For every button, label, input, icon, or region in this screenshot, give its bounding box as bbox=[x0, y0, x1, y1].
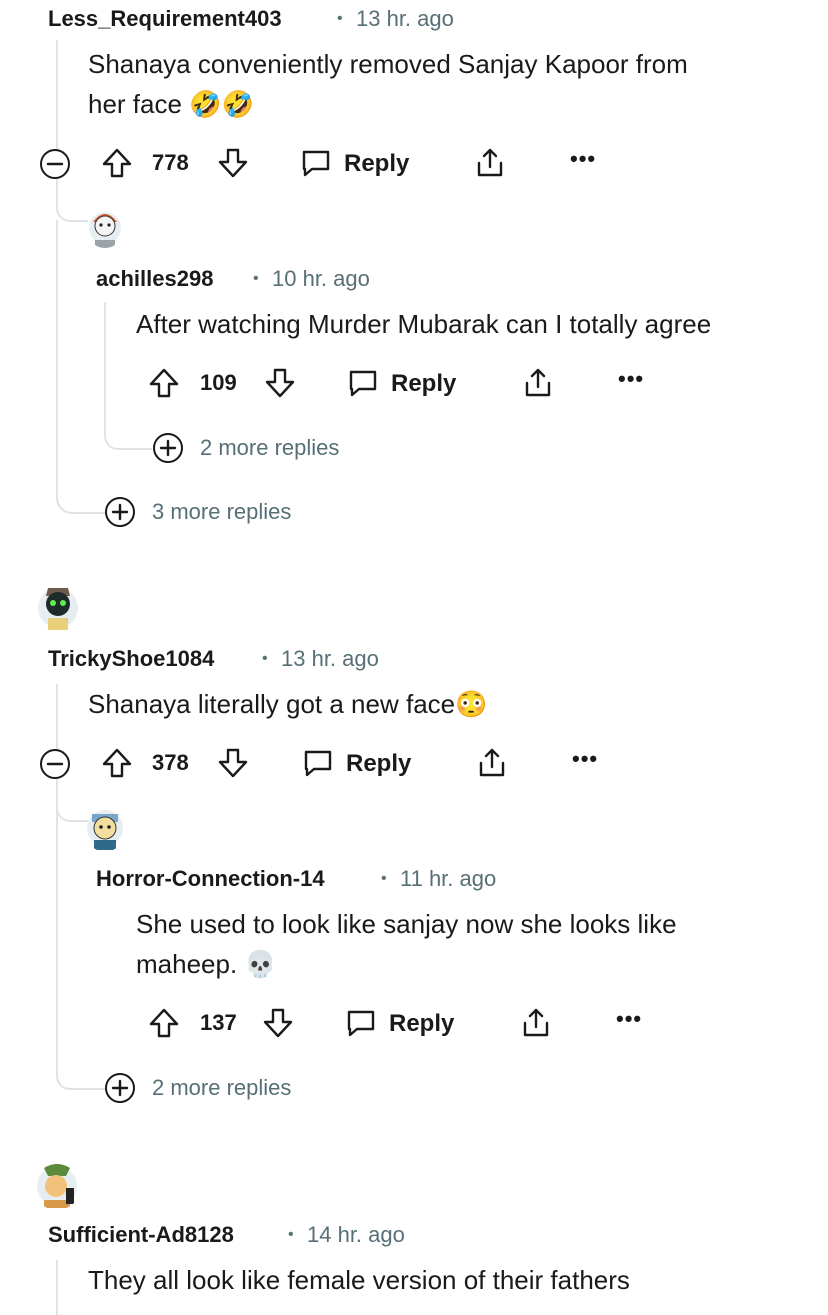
comment-text: Shanaya literally got a new face bbox=[88, 689, 456, 719]
speech-bubble-icon bbox=[347, 367, 379, 399]
thread-line[interactable] bbox=[56, 684, 58, 1064]
comment-body: They all look like female version of the… bbox=[88, 1265, 630, 1295]
thread-branch bbox=[104, 404, 152, 450]
meta-separator: • bbox=[262, 650, 268, 667]
comment-timestamp[interactable]: 10 hr. ago bbox=[272, 266, 370, 292]
comment-author[interactable]: Less_Requirement403 bbox=[48, 6, 282, 32]
emoji: 😳 bbox=[455, 689, 488, 719]
thread-line[interactable] bbox=[56, 1260, 58, 1315]
downvote-arrow-icon[interactable] bbox=[217, 146, 249, 180]
downvote-arrow-icon[interactable] bbox=[264, 366, 296, 400]
upvote-arrow-icon[interactable] bbox=[148, 1006, 180, 1040]
share-icon[interactable] bbox=[520, 1006, 552, 1040]
thread-branch bbox=[56, 780, 88, 822]
vote-count: 778 bbox=[152, 150, 189, 175]
thread-branch bbox=[56, 1050, 106, 1090]
vote-count: 378 bbox=[152, 750, 189, 775]
comment-timestamp[interactable]: 14 hr. ago bbox=[307, 1222, 405, 1248]
meta-separator: • bbox=[288, 1226, 294, 1243]
avatar[interactable] bbox=[32, 1158, 82, 1210]
upvote-arrow-icon[interactable] bbox=[101, 146, 133, 180]
emoji: 🤣🤣 bbox=[189, 89, 254, 119]
more-replies-label: 3 more replies bbox=[152, 499, 292, 524]
meta-separator: • bbox=[381, 870, 387, 887]
reply-label: Reply bbox=[344, 150, 410, 177]
meta-separator: • bbox=[337, 10, 343, 27]
comment-body: She used to look like sanjay now she loo… bbox=[136, 904, 796, 984]
share-icon[interactable] bbox=[476, 746, 508, 780]
comment-text-line: Shanaya conveniently removed Sanjay Kapo… bbox=[88, 49, 688, 79]
more-options-icon[interactable]: ••• bbox=[572, 746, 598, 772]
reply-label: Reply bbox=[346, 750, 412, 777]
upvote-arrow-icon[interactable] bbox=[148, 366, 180, 400]
speech-bubble-icon bbox=[300, 147, 332, 179]
comment-timestamp[interactable]: 11 hr. ago bbox=[400, 866, 496, 892]
vote-count: 109 bbox=[200, 370, 237, 395]
more-options-icon[interactable]: ••• bbox=[570, 146, 596, 172]
more-options-icon[interactable]: ••• bbox=[616, 1006, 642, 1032]
comment-body: After watching Murder Mubarak can I tota… bbox=[136, 309, 712, 339]
meta-separator: • bbox=[253, 270, 259, 287]
comment-text: her face bbox=[88, 89, 182, 119]
comment-text: maheep. bbox=[136, 949, 238, 979]
comment-body: Shanaya literally got a new face😳 bbox=[88, 684, 788, 724]
more-replies-label: 2 more replies bbox=[152, 1075, 292, 1100]
share-icon[interactable] bbox=[522, 366, 554, 400]
comment-author[interactable]: Sufficient-Ad8128 bbox=[48, 1222, 234, 1248]
comment-text-line: her face 🤣🤣 bbox=[88, 84, 788, 124]
emoji: 💀 bbox=[244, 949, 277, 979]
speech-bubble-icon bbox=[345, 1007, 377, 1039]
avatar[interactable] bbox=[34, 580, 82, 632]
more-options-icon[interactable]: ••• bbox=[618, 366, 644, 392]
share-icon[interactable] bbox=[474, 146, 506, 180]
vote-count: 137 bbox=[200, 1010, 237, 1035]
avatar[interactable] bbox=[84, 800, 126, 852]
upvote-arrow-icon[interactable] bbox=[101, 746, 133, 780]
thread-branch bbox=[56, 180, 88, 222]
speech-bubble-icon bbox=[302, 747, 334, 779]
reply-label: Reply bbox=[389, 1010, 455, 1037]
reply-label: Reply bbox=[391, 370, 457, 397]
collapse-icon[interactable] bbox=[39, 748, 71, 780]
comment-timestamp[interactable]: 13 hr. ago bbox=[356, 6, 454, 32]
expand-icon bbox=[104, 1072, 136, 1104]
comment-text-line: She used to look like sanjay now she loo… bbox=[136, 909, 677, 939]
more-replies-label: 2 more replies bbox=[200, 435, 340, 460]
thread-branch bbox=[56, 220, 106, 514]
comment-author[interactable]: Horror-Connection-14 bbox=[96, 866, 325, 892]
expand-icon bbox=[152, 432, 184, 464]
downvote-arrow-icon[interactable] bbox=[262, 1006, 294, 1040]
comment-text-line: maheep. 💀 bbox=[136, 944, 796, 984]
collapse-icon[interactable] bbox=[39, 148, 71, 180]
downvote-arrow-icon[interactable] bbox=[217, 746, 249, 780]
comment-author[interactable]: achilles298 bbox=[96, 266, 213, 292]
comment-timestamp[interactable]: 13 hr. ago bbox=[281, 646, 379, 672]
comment-body: Shanaya conveniently removed Sanjay Kapo… bbox=[88, 44, 788, 124]
comment-author[interactable]: TrickyShoe1084 bbox=[48, 646, 214, 672]
expand-icon bbox=[104, 496, 136, 528]
